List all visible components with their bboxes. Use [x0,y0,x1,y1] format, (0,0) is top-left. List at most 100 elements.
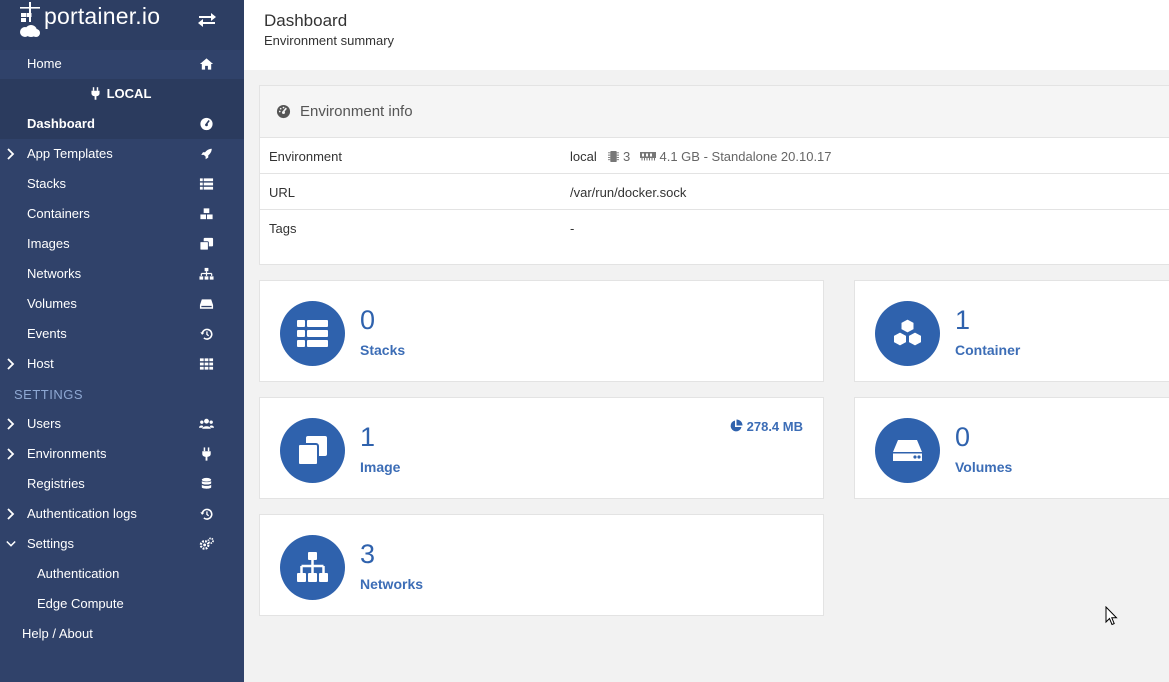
sidebar-item-label: Users [27,416,61,431]
sidebar-item-networks[interactable]: Networks [0,259,244,289]
volumes-label: Volumes [955,459,1013,475]
memory-size: 4.1 GB [659,149,700,164]
page-title: Dashboard [264,11,348,30]
portainer-logo-icon[interactable] [18,2,42,38]
brand-header: portainer.io [0,0,244,50]
sidebar-item-host[interactable]: Host [0,349,244,379]
networks-card[interactable]: 3 Networks [259,514,824,616]
sidebar-toggle-icon[interactable] [197,12,217,28]
widget-header: Environment info [260,86,1169,138]
chevron-right-icon [7,448,15,460]
volumes-count: 0 [955,422,971,452]
images-size-value: 278.4 MB [746,419,803,434]
images-size: 278.4 MB [729,419,803,434]
sidebar-item-label: Authentication [37,566,120,581]
containers-label: Container [955,342,1021,358]
sidebar-item-environments[interactable]: Environments [0,439,244,469]
images-card-icon-circle [280,418,345,483]
environment-info-widget: Environment info Environment local 3 4.1… [259,85,1169,265]
environment-name: local [570,149,597,164]
page-header: Dashboard Environment summary [244,0,1169,70]
history-icon [200,508,213,520]
containers-card-icon-circle [875,301,940,366]
sidebar-item-label: Environments [27,446,107,461]
env-value: - [570,221,575,236]
hdd-icon [199,299,214,309]
cubes-icon [200,208,213,220]
sidebar-item-registries[interactable]: Registries [0,469,244,499]
sidebar-item-users[interactable]: Users [0,409,244,439]
sidebar-item-app-templates[interactable]: App Templates [0,139,244,169]
sidebar-item-label: Events [27,326,67,341]
sidebar-item-dashboard[interactable]: Dashboard [0,109,244,139]
env-key: Environment [269,149,342,164]
sidebar-item-label: App Templates [27,146,113,161]
environment-name: LOCAL [106,86,152,101]
microchip-icon [608,151,620,162]
sidebar-item-settings[interactable]: Settings [0,529,244,559]
environment-detail: - Standalone 20.10.17 [703,149,832,164]
sidebar-item-label: Networks [27,266,82,281]
images-count: 1 [360,422,376,452]
networks-card-icon-circle [280,535,345,600]
stacks-card-icon-circle [280,301,345,366]
sidebar-item-help-about[interactable]: Help / About [0,619,244,649]
containers-count: 1 [955,305,971,335]
sidebar-item-stacks[interactable]: Stacks [0,169,244,199]
sidebar-item-label: Settings [27,536,74,551]
plug-icon [202,447,211,461]
users-icon [199,418,214,429]
env-row-tags: Tags - [260,210,1169,246]
sidebar-item-label: Registries [27,476,85,491]
volumes-card[interactable]: 0 Volumes [854,397,1169,499]
stacks-label: Stacks [360,342,406,358]
clone-icon [199,237,214,251]
sidebar-item-authentication-logs[interactable]: Authentication logs [0,499,244,529]
page-subtitle: Environment summary [264,33,395,48]
sitemap-icon [199,267,214,280]
home-icon [199,58,214,70]
sidebar-item-volumes[interactable]: Volumes [0,289,244,319]
environment-header: LOCAL [0,79,244,109]
sitemap-icon [297,552,328,582]
chevron-down-icon [6,540,16,547]
memory-icon [639,152,656,161]
env-row-environment: Environment local 3 4.1 GB - Standalone … [260,138,1169,174]
networks-label: Networks [360,576,424,592]
sidebar-item-home[interactable]: Home [0,49,244,79]
stacks-count: 0 [360,305,376,335]
dashboard-icon [200,117,213,131]
networks-count: 3 [360,539,376,569]
sidebar-item-images[interactable]: Images [0,229,244,259]
env-value: local 3 4.1 GB - Standalone 20.10.17 [570,149,832,164]
env-value: /var/run/docker.sock [570,185,687,200]
sidebar-item-label: Host [27,356,54,371]
volumes-card-icon-circle [875,418,940,483]
sidebar-item-label: Edge Compute [37,596,124,611]
settings-section-title: SETTINGS [14,387,84,402]
brand-name[interactable]: portainer.io [44,3,160,30]
stacks-card[interactable]: 0 Stacks [259,280,824,382]
containers-card[interactable]: 1 Container [854,280,1169,382]
sidebar-item-label: Dashboard [27,116,95,131]
sidebar-item-label: Stacks [27,176,67,191]
sidebar-item-edge-compute[interactable]: Edge Compute [0,589,244,619]
mouse-cursor-icon [1105,606,1118,626]
env-row-url: URL /var/run/docker.sock [260,174,1169,210]
sidebar-item-label: Home [27,56,62,71]
pie-chart-icon [730,419,743,432]
sidebar-item-containers[interactable]: Containers [0,199,244,229]
hdd-icon [893,440,922,461]
chevron-right-icon [7,358,15,370]
images-card[interactable]: 1 Image 278.4 MB [259,397,824,499]
rocket-icon [201,148,212,160]
images-label: Image [360,459,401,475]
clone-icon [297,436,327,466]
cubes-icon [893,318,922,347]
tachometer-icon [276,104,291,119]
sidebar-item-label: Containers [27,206,90,221]
env-key: Tags [269,221,297,236]
list-icon [297,320,328,347]
sidebar-item-events[interactable]: Events [0,319,244,349]
sidebar-item-authentication[interactable]: Authentication [0,559,244,589]
